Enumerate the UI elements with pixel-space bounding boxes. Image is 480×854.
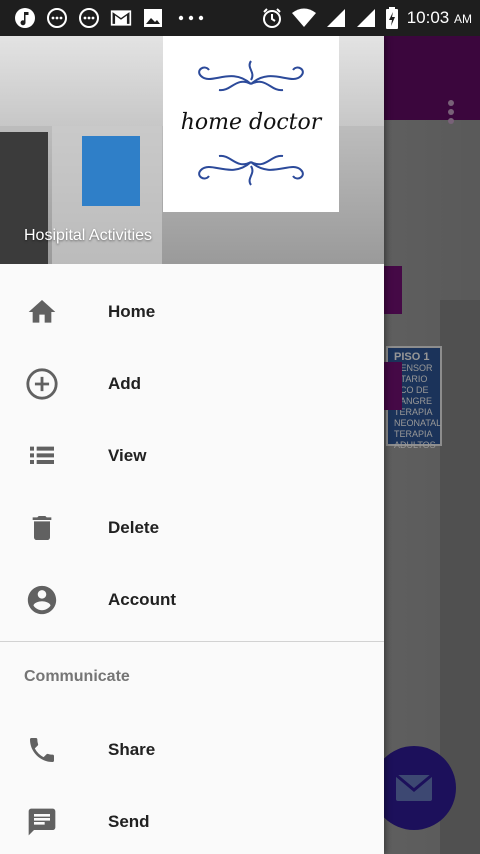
music-icon (14, 7, 36, 29)
menu-item-label: Home (108, 302, 156, 321)
message-icon (78, 7, 100, 29)
drawer-menu: Home Add View Delete Account Communicate… (0, 264, 384, 854)
menu-item-account[interactable]: Account (0, 564, 384, 636)
menu-item-add[interactable]: Add (0, 348, 384, 420)
navigation-drawer: home doctor Hosipital Activities Home Ad… (0, 36, 384, 854)
image-icon (142, 7, 164, 29)
message-icon (46, 7, 68, 29)
alarm-icon (261, 7, 283, 29)
phone-icon (24, 732, 60, 768)
signal-icon (325, 7, 347, 29)
header-photo-window (82, 136, 140, 206)
menu-item-view[interactable]: View (0, 420, 384, 492)
signal-icon (355, 7, 377, 29)
clock-time: 10:03 (406, 8, 450, 27)
status-bar: 10:03 AM (0, 0, 480, 36)
clock-ampm: AM (454, 12, 472, 26)
section-title-communicate: Communicate (24, 668, 130, 685)
message-icon (24, 804, 60, 840)
battery-icon (385, 7, 399, 29)
menu-item-delete[interactable]: Delete (0, 492, 384, 564)
menu-item-home[interactable]: Home (0, 276, 384, 348)
menu-item-share[interactable]: Share (0, 714, 384, 786)
menu-item-label: Share (108, 740, 156, 759)
menu-item-label: Send (108, 812, 150, 831)
ornament-icon (198, 60, 304, 92)
status-clock: 10:03 AM (407, 8, 472, 28)
home-icon (24, 294, 60, 330)
list-icon (24, 438, 60, 474)
drawer-header-subtitle: Hosipital Activities (24, 227, 153, 244)
account-circle-icon (24, 582, 60, 618)
wifi-icon (291, 7, 317, 29)
ornament-icon (198, 154, 304, 186)
menu-item-send[interactable]: Send (0, 786, 384, 854)
menu-item-label: Delete (108, 518, 160, 537)
add-circle-icon (24, 366, 60, 402)
menu-item-label: Account (108, 590, 176, 609)
more-dots-icon (174, 7, 208, 29)
home-doctor-logo: home doctor (163, 36, 339, 212)
trash-icon (24, 510, 60, 546)
logo-text: home doctor (180, 110, 322, 135)
drawer-header: home doctor Hosipital Activities (0, 36, 384, 264)
menu-item-label: Add (108, 374, 142, 393)
gmail-icon (110, 7, 132, 29)
menu-item-label: View (108, 446, 147, 465)
